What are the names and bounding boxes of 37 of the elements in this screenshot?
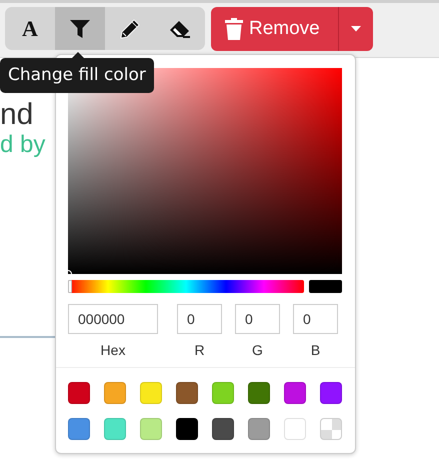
color-swatch[interactable] bbox=[284, 382, 306, 404]
color-swatch[interactable] bbox=[176, 382, 198, 404]
funnel-icon bbox=[70, 20, 90, 38]
field-label: G bbox=[252, 342, 263, 358]
channel-field[interactable]: 0 bbox=[235, 304, 280, 334]
color-swatch[interactable] bbox=[68, 418, 90, 440]
page-subtitle: d by bbox=[0, 130, 46, 160]
color-swatch[interactable] bbox=[140, 418, 162, 440]
color-swatch[interactable] bbox=[248, 382, 270, 404]
hue-slider-thumb[interactable] bbox=[68, 280, 72, 293]
trash-icon bbox=[225, 18, 243, 40]
color-swatch[interactable] bbox=[104, 382, 126, 404]
hex-field[interactable]: 000000 bbox=[68, 304, 158, 334]
color-preview bbox=[309, 280, 342, 293]
color-swatch[interactable] bbox=[248, 418, 270, 440]
field-label: R bbox=[194, 342, 205, 358]
hue-slider[interactable] bbox=[68, 280, 304, 293]
color-swatch[interactable] bbox=[68, 382, 90, 404]
color-swatch[interactable] bbox=[104, 418, 126, 440]
color-swatch[interactable] bbox=[284, 418, 306, 440]
color-swatch[interactable] bbox=[176, 418, 198, 440]
caret-icon bbox=[351, 26, 361, 32]
field-label: B bbox=[310, 342, 320, 358]
transparent-swatch[interactable] bbox=[320, 418, 342, 440]
color-swatch[interactable] bbox=[140, 382, 162, 404]
tool-button[interactable] bbox=[55, 7, 105, 50]
pencil-icon bbox=[120, 18, 140, 38]
page-heading: nd bbox=[0, 100, 34, 130]
channel-field[interactable]: 0 bbox=[177, 304, 222, 334]
channel-field[interactable]: 0 bbox=[293, 304, 338, 334]
color-swatch[interactable] bbox=[320, 382, 342, 404]
eraser-icon bbox=[169, 20, 191, 38]
color-swatch[interactable] bbox=[212, 418, 234, 440]
color-swatch[interactable] bbox=[212, 382, 234, 404]
font-icon: A bbox=[21, 18, 39, 38]
tooltip: Change fill color bbox=[0, 58, 154, 93]
field-label: Hex bbox=[100, 342, 126, 358]
